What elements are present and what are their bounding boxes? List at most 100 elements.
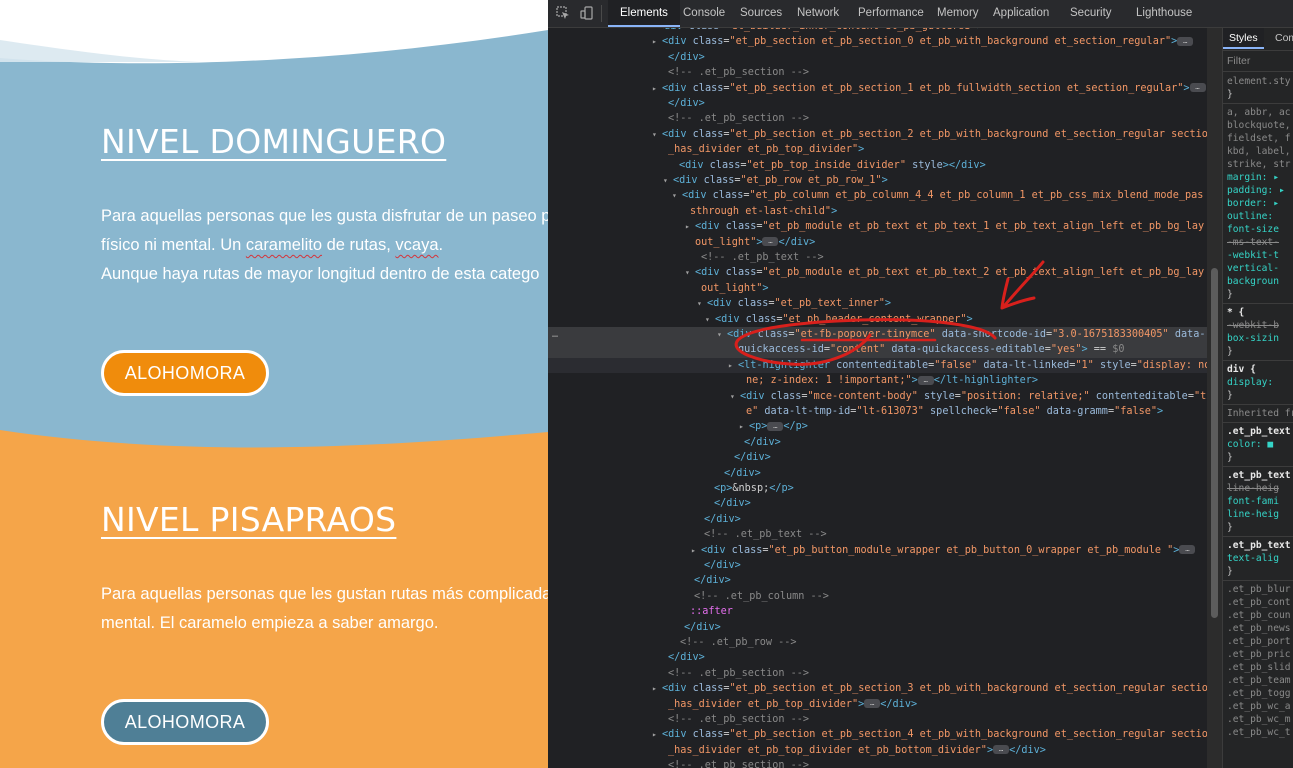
dom-node-line[interactable]: </div> (548, 466, 1207, 481)
scrollbar-thumb[interactable] (1211, 268, 1218, 618)
collapse-triangle-icon[interactable]: ▾ (730, 389, 740, 404)
dom-node-line[interactable]: _has_divider et_pb_top_divider"> (548, 142, 1207, 157)
spellcheck-word[interactable]: caramelito (246, 236, 322, 254)
selected-node-gutter-dots[interactable]: … (552, 327, 558, 342)
ellipsis-icon[interactable]: … (993, 745, 1010, 755)
dom-node-line[interactable]: ▾ <div class="et-fb-popover-tinymce" data… (548, 327, 1207, 343)
dom-node-line[interactable]: <!-- .et_pb_section --> (548, 666, 1207, 681)
dom-node-line[interactable]: </div> (548, 558, 1207, 573)
dom-node-line[interactable]: </div> (548, 512, 1207, 527)
ellipsis-icon[interactable]: … (1189, 83, 1206, 93)
collapse-triangle-icon[interactable]: ▾ (652, 127, 662, 142)
style-rule-line[interactable]: * { (1227, 306, 1244, 319)
style-rule-line[interactable]: margin: ▸ (1227, 171, 1279, 184)
dom-node-line[interactable]: <!-- .et_pb_row --> (548, 635, 1207, 650)
style-rule-line[interactable]: } (1227, 345, 1233, 358)
dom-node-line[interactable]: ▸ <div class="et_pb_section et_pb_section… (548, 81, 1207, 96)
dom-node-line[interactable]: ne; z-index: 1 !important;">… </lt-highli… (548, 373, 1207, 388)
tab-styles[interactable]: Styles (1223, 28, 1264, 49)
style-rule-line[interactable]: } (1227, 288, 1233, 301)
style-rule-line[interactable]: .et_pb_wc_a (1227, 700, 1291, 713)
tab-performance[interactable]: Performance (858, 0, 924, 27)
dom-node-line[interactable]: ▸ <div class="et_pb_section et_pb_section… (548, 34, 1207, 49)
style-rule-line[interactable]: .et_pb_team (1227, 674, 1291, 687)
style-rule-line[interactable]: a, abbr, ac (1227, 106, 1291, 119)
ellipsis-icon[interactable]: … (1177, 36, 1194, 46)
style-rule-line[interactable]: } (1227, 88, 1233, 101)
collapse-triangle-icon[interactable]: ▾ (663, 173, 673, 188)
dom-node-line[interactable]: <p>&nbsp;</p> (548, 481, 1207, 496)
dom-node-line[interactable]: ▸ <div class="et_pb_button_module_wrapper… (548, 543, 1207, 558)
style-rule-line[interactable]: .et_pb_text (1227, 469, 1291, 482)
expand-triangle-icon[interactable]: ▸ (652, 727, 662, 742)
tab-application[interactable]: Application (993, 0, 1049, 27)
dom-node-line[interactable]: ▸ <div class="et_pb_section et_pb_section… (548, 727, 1207, 742)
style-rule-line[interactable]: .et_pb_wc_t (1227, 726, 1291, 739)
expand-triangle-icon[interactable]: ▸ (652, 81, 662, 96)
dom-node-line[interactable]: out_light">… </div> (548, 235, 1207, 250)
collapse-triangle-icon[interactable]: ▾ (717, 327, 727, 342)
device-toolbar-icon[interactable] (580, 6, 594, 20)
style-rule-line[interactable]: } (1227, 521, 1233, 534)
style-rule-line[interactable]: box-sizin (1227, 332, 1279, 345)
ellipsis-icon[interactable]: … (1179, 545, 1196, 555)
style-rule-line[interactable]: -ms-text- (1227, 236, 1279, 249)
dom-node-line[interactable]: <!-- .et_pb_section --> (548, 111, 1207, 126)
dom-node-line[interactable]: ▾ <div class="et_pb_column et_pb_column_4… (548, 188, 1207, 203)
style-rule-line[interactable]: .et_pb_coun (1227, 609, 1291, 622)
expand-triangle-icon[interactable]: ▸ (652, 681, 662, 696)
style-rule-line[interactable]: backgroun (1227, 275, 1279, 288)
style-rule-line[interactable]: .et_pb_cont (1227, 596, 1291, 609)
dom-node-line[interactable]: </div> (548, 435, 1207, 450)
style-rule-line[interactable]: text-alig (1227, 552, 1279, 565)
style-rule-line[interactable]: .et_pb_text (1227, 425, 1291, 438)
alohomora-button-2[interactable]: ALOHOMORA (101, 699, 269, 745)
dom-node-line[interactable]: </div> (548, 96, 1207, 111)
dom-node-line[interactable]: <div class="et_pb_top_inside_divider" st… (548, 158, 1207, 173)
style-rule-line[interactable]: strike, str (1227, 158, 1291, 171)
expand-triangle-icon[interactable]: ▸ (728, 358, 738, 373)
collapse-triangle-icon[interactable]: ▾ (685, 265, 695, 280)
dom-node-line[interactable]: _has_divider et_pb_top_divider">… </div> (548, 697, 1207, 712)
ellipsis-icon[interactable]: … (767, 421, 784, 431)
style-rule-line[interactable]: border: ▸ (1227, 197, 1279, 210)
style-rule-line[interactable]: .et_pb_text (1227, 539, 1291, 552)
dom-node-line[interactable]: <!-- .et_pb_section --> (548, 712, 1207, 727)
dom-node-line[interactable]: </div> (548, 450, 1207, 465)
style-rule-line[interactable]: display: (1227, 376, 1273, 389)
style-rule-line[interactable]: -webkit-t (1227, 249, 1279, 262)
style-rule-line[interactable]: } (1227, 389, 1233, 402)
tab-elements[interactable]: Elements (608, 0, 680, 27)
tab-console[interactable]: Console (683, 0, 725, 27)
dom-node-line[interactable]: </div> (548, 50, 1207, 65)
alohomora-button-1[interactable]: ALOHOMORA (101, 350, 269, 396)
style-rule-line[interactable]: kbd, label, (1227, 145, 1291, 158)
dom-node-line[interactable]: </div> (548, 620, 1207, 635)
style-rule-line[interactable]: } (1227, 565, 1233, 578)
dom-node-line[interactable]: </div> (548, 573, 1207, 588)
tab-lighthouse[interactable]: Lighthouse (1136, 0, 1192, 27)
dom-node-line[interactable]: ▾ <div class="et_pb_header_content_wrappe… (548, 312, 1207, 327)
ellipsis-icon[interactable]: … (864, 699, 881, 709)
tab-computed[interactable]: Com (1275, 28, 1293, 49)
dom-node-line[interactable]: <!-- .et_pb_text --> (548, 527, 1207, 542)
expand-triangle-icon[interactable]: ▸ (652, 34, 662, 49)
style-rule-line[interactable]: Inherited from (1227, 407, 1293, 420)
dom-node-line[interactable]: ▸ <div class="et_pb_section et_pb_section… (548, 681, 1207, 696)
collapse-triangle-icon[interactable]: ▾ (672, 188, 682, 203)
style-rule-line[interactable]: -webkit-b (1227, 319, 1279, 332)
style-rule-line[interactable]: color: ■ (1227, 438, 1273, 451)
style-rule-line[interactable]: font-fami (1227, 495, 1279, 508)
ellipsis-icon[interactable]: … (917, 375, 934, 385)
tab-memory[interactable]: Memory (937, 0, 979, 27)
dom-node-line[interactable]: <!-- .et_pb_column --> (548, 589, 1207, 604)
dom-node-line[interactable]: ▾ <div class="et_pb_section et_pb_section… (548, 127, 1207, 142)
style-rule-line[interactable]: fieldset, f (1227, 132, 1291, 145)
dom-node-line[interactable]: _has_divider et_pb_top_divider et_pb_bot… (548, 743, 1207, 758)
dom-node-line[interactable]: <!-- .et_pb_section --> (548, 65, 1207, 80)
dom-node-line[interactable]: ▾ <div class="et_pb_text_inner"> (548, 296, 1207, 311)
expand-triangle-icon[interactable]: ▸ (739, 419, 749, 434)
style-rule-line[interactable]: vertical- (1227, 262, 1279, 275)
collapse-triangle-icon[interactable]: ▾ (697, 296, 707, 311)
ellipsis-icon[interactable]: … (762, 237, 779, 247)
